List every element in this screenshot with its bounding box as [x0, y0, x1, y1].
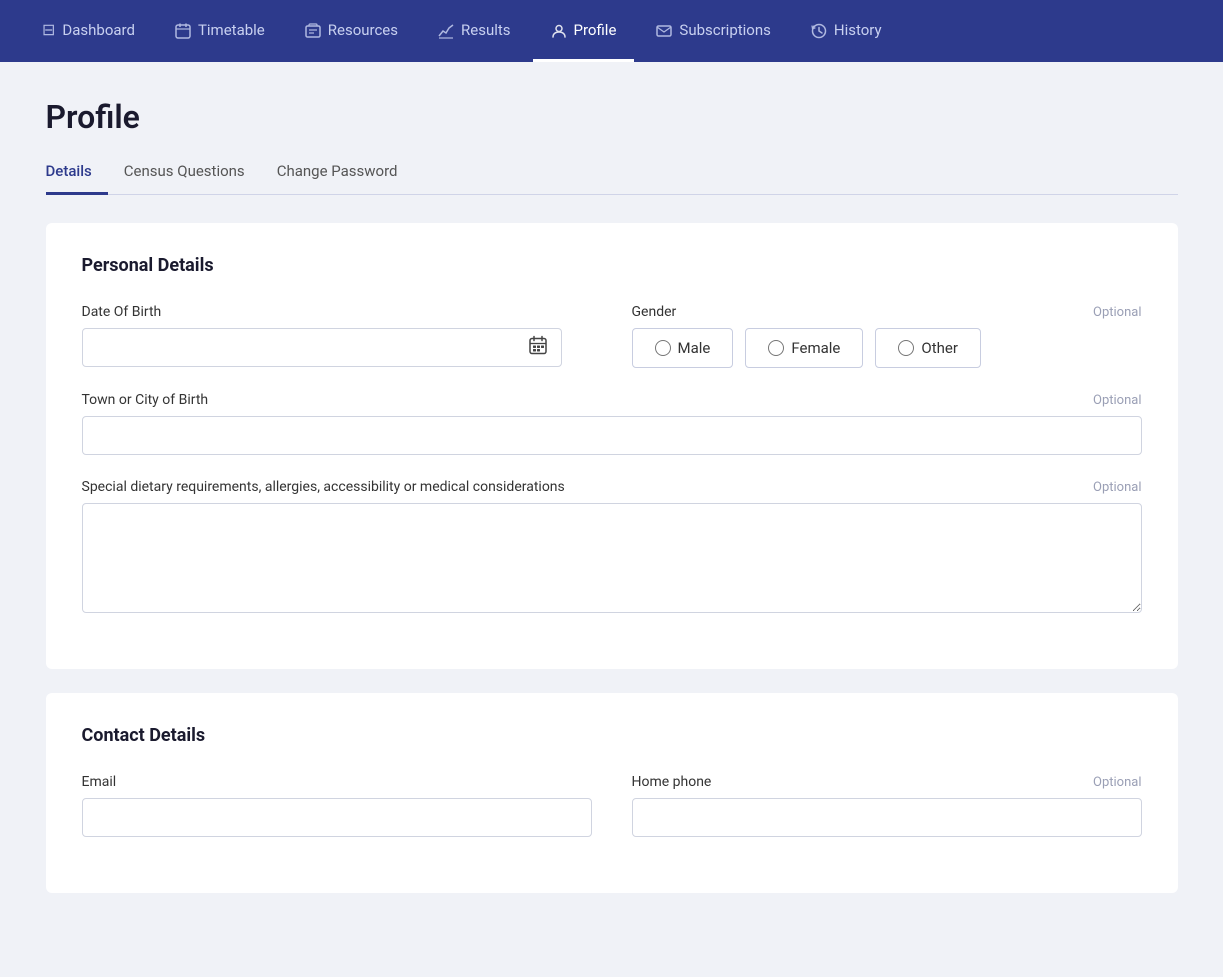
personal-details-card: Personal Details Date Of Birth — [46, 223, 1178, 669]
nav-label-subscriptions: Subscriptions — [679, 21, 770, 39]
gender-female-label: Female — [791, 339, 840, 357]
gender-label-row: Gender Optional — [632, 304, 1142, 320]
profile-icon — [551, 20, 567, 39]
contact-details-title: Contact Details — [82, 725, 1142, 746]
subscriptions-icon — [656, 20, 672, 39]
home-phone-input[interactable] — [632, 798, 1142, 837]
city-label: Town or City of Birth — [82, 392, 209, 408]
gender-female-radio[interactable] — [768, 340, 784, 356]
nav-label-resources: Resources — [328, 21, 398, 39]
email-group: Email — [82, 774, 592, 837]
dietary-optional: Optional — [1093, 480, 1141, 495]
gender-male-label: Male — [678, 339, 711, 357]
city-row: Town or City of Birth Optional — [82, 392, 1142, 455]
dob-gender-row: Date Of Birth — [82, 304, 1142, 368]
email-phone-row: Email Home phone Optional — [82, 774, 1142, 837]
nav-item-history[interactable]: History — [793, 0, 900, 62]
home-phone-label: Home phone — [632, 774, 712, 790]
timetable-icon — [175, 20, 191, 39]
tab-details[interactable]: Details — [46, 152, 108, 195]
dietary-label-row: Special dietary requirements, allergies,… — [82, 479, 1142, 495]
gender-male-radio[interactable] — [655, 340, 671, 356]
city-group: Town or City of Birth Optional — [82, 392, 1142, 455]
home-phone-label-row: Home phone Optional — [632, 774, 1142, 790]
city-label-row: Town or City of Birth Optional — [82, 392, 1142, 408]
dob-input-wrapper — [82, 328, 562, 367]
gender-group: Gender Optional Male Female Other — [632, 304, 1142, 368]
nav-item-results[interactable]: Results — [420, 0, 529, 62]
nav-item-profile[interactable]: Profile — [533, 0, 635, 62]
gender-label: Gender — [632, 304, 677, 320]
dietary-row: Special dietary requirements, allergies,… — [82, 479, 1142, 613]
nav-item-resources[interactable]: Resources — [287, 0, 416, 62]
dietary-group: Special dietary requirements, allergies,… — [82, 479, 1142, 613]
city-input[interactable] — [82, 416, 1142, 455]
nav-label-timetable: Timetable — [198, 21, 265, 39]
dietary-label: Special dietary requirements, allergies,… — [82, 479, 565, 495]
gender-other-label: Other — [921, 339, 958, 357]
gender-male[interactable]: Male — [632, 328, 734, 368]
profile-tabs: Details Census Questions Change Password — [46, 152, 1178, 195]
history-icon — [811, 20, 827, 39]
nav-label-results: Results — [461, 21, 511, 39]
tab-change-password[interactable]: Change Password — [261, 152, 414, 195]
city-optional: Optional — [1093, 393, 1141, 408]
main-nav: ⊟ Dashboard Timetable Resources — [0, 0, 1223, 62]
results-icon — [438, 20, 454, 39]
gender-options: Male Female Other — [632, 328, 1142, 368]
dob-input[interactable] — [82, 328, 562, 367]
tab-census[interactable]: Census Questions — [108, 152, 261, 195]
dob-group: Date Of Birth — [82, 304, 592, 367]
email-label: Email — [82, 774, 117, 790]
nav-item-dashboard[interactable]: ⊟ Dashboard — [24, 0, 153, 62]
dietary-textarea[interactable] — [82, 503, 1142, 613]
dashboard-icon: ⊟ — [42, 20, 55, 39]
email-label-row: Email — [82, 774, 592, 790]
gender-optional: Optional — [1093, 305, 1141, 320]
email-input[interactable] — [82, 798, 592, 837]
contact-details-card: Contact Details Email Home phone Optiona… — [46, 693, 1178, 893]
home-phone-optional: Optional — [1093, 775, 1141, 790]
dob-label-row: Date Of Birth — [82, 304, 592, 320]
resources-icon — [305, 20, 321, 39]
nav-label-dashboard: Dashboard — [62, 21, 135, 39]
gender-other[interactable]: Other — [875, 328, 981, 368]
nav-item-timetable[interactable]: Timetable — [157, 0, 283, 62]
home-phone-group: Home phone Optional — [632, 774, 1142, 837]
nav-label-profile: Profile — [574, 21, 617, 39]
personal-details-title: Personal Details — [82, 255, 1142, 276]
nav-label-history: History — [834, 21, 882, 39]
page-title: Profile — [46, 98, 1178, 136]
gender-female[interactable]: Female — [745, 328, 863, 368]
gender-other-radio[interactable] — [898, 340, 914, 356]
dob-label: Date Of Birth — [82, 304, 162, 320]
main-content: Profile Details Census Questions Change … — [22, 62, 1202, 977]
nav-item-subscriptions[interactable]: Subscriptions — [638, 0, 788, 62]
